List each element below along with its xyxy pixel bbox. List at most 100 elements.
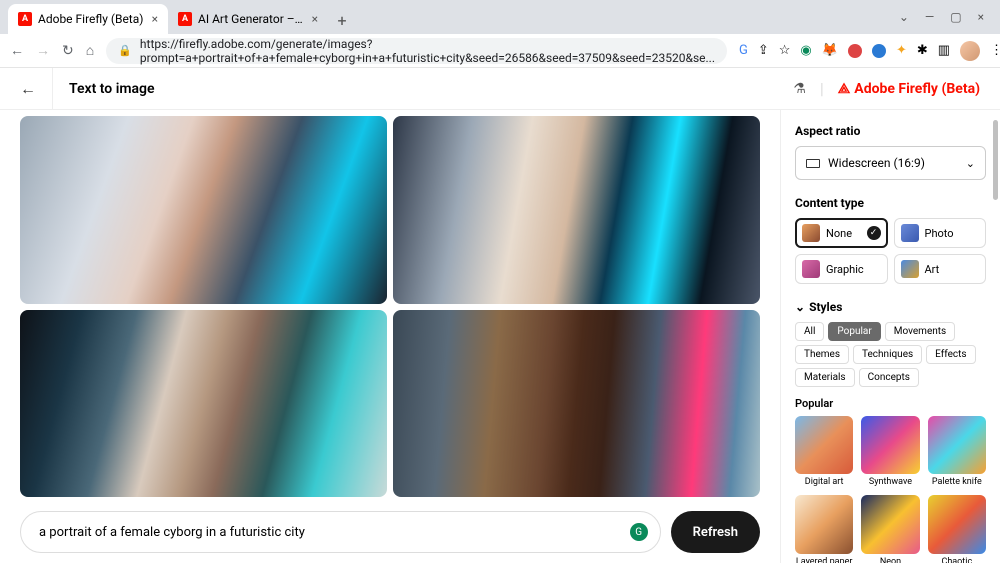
check-icon: ✓ — [867, 226, 881, 240]
firefly-favicon: A — [18, 12, 32, 26]
content-type-label: Photo — [925, 227, 954, 240]
maximize-icon[interactable]: ▢ — [950, 10, 961, 24]
content-type-label: Graphic — [826, 263, 864, 276]
tab-title: AI Art Generator – Adobe Firefly — [198, 12, 306, 26]
ext-icon[interactable] — [848, 44, 862, 58]
style-preset[interactable]: Chaotic — [928, 495, 986, 563]
reload-icon[interactable]: ↻ — [62, 43, 74, 59]
close-icon[interactable]: × — [152, 12, 158, 26]
lock-icon: 🔒 — [118, 44, 132, 57]
home-icon[interactable]: ⌂ — [86, 42, 94, 59]
content-type-thumb — [901, 224, 919, 242]
style-thumb — [795, 495, 853, 553]
style-thumb — [928, 495, 986, 553]
aspect-ratio-select[interactable]: Widescreen (16:9) ⌄ — [795, 146, 986, 180]
url-text: https://firefly.adobe.com/generate/image… — [140, 37, 715, 65]
style-preset[interactable]: Synthwave — [861, 416, 919, 487]
generated-image[interactable] — [393, 116, 760, 304]
content-type-option[interactable]: Art — [894, 254, 987, 284]
popular-section-title: Popular — [795, 397, 1000, 410]
grammarly-icon[interactable]: G — [630, 523, 648, 541]
menu-icon[interactable]: ⋮ — [990, 43, 1000, 58]
brand-text: Adobe Firefly (Beta) — [854, 81, 980, 97]
browser-tab-active[interactable]: A Adobe Firefly (Beta) × — [8, 4, 168, 34]
image-grid — [20, 110, 760, 497]
style-grid: Digital art Synthwave Palette knife Layered… — [795, 416, 986, 563]
beaker-icon[interactable]: ⚗ — [793, 81, 806, 97]
style-label: Chaotic — [928, 557, 986, 563]
close-icon[interactable]: × — [312, 12, 318, 26]
style-thumb — [928, 416, 986, 474]
content-type-label: None — [826, 227, 852, 240]
prompt-bar: a portrait of a female cyborg in a futur… — [20, 511, 760, 553]
back-arrow-icon[interactable]: ← — [20, 68, 53, 109]
close-window-icon[interactable]: × — [978, 10, 984, 24]
refresh-button[interactable]: Refresh — [671, 511, 760, 553]
extension-icons: G ⇪ ☆ ◉ 🦊 ✦ ✱ ▥ ⋮ — [739, 41, 1000, 61]
style-tab[interactable]: All — [795, 322, 824, 341]
style-preset[interactable]: Palette knife — [928, 416, 986, 487]
chevron-down-icon: ⌄ — [795, 300, 805, 314]
content-type-option[interactable]: Graphic — [795, 254, 888, 284]
aspect-ratio-title: Aspect ratio — [795, 124, 1000, 138]
style-label: Digital art — [795, 477, 853, 487]
url-input[interactable]: 🔒 https://firefly.adobe.com/generate/ima… — [106, 38, 727, 64]
style-label: Synthwave — [861, 477, 919, 487]
content-type-option[interactable]: None ✓ — [795, 218, 888, 248]
content-type-thumb — [802, 260, 820, 278]
widescreen-icon — [806, 159, 820, 168]
style-label: Palette knife — [928, 477, 986, 487]
address-bar: ← → ↻ ⌂ 🔒 https://firefly.adobe.com/gene… — [0, 34, 1000, 68]
browser-tab-strip: A Adobe Firefly (Beta) × A AI Art Genera… — [0, 0, 1000, 34]
google-icon[interactable]: G — [739, 43, 748, 58]
share-icon[interactable]: ⇪ — [758, 43, 769, 58]
content-type-label: Art — [925, 263, 940, 276]
extensions-icon[interactable]: ✱ — [917, 43, 928, 58]
app-header: ← Text to image ⚗ | ⟁ Adobe Firefly (Bet… — [0, 68, 1000, 110]
forward-icon: → — [36, 42, 50, 59]
prompt-input[interactable]: a portrait of a female cyborg in a futur… — [20, 511, 661, 553]
ext-icon[interactable]: ◉ — [800, 43, 811, 58]
new-tab-button[interactable]: + — [328, 6, 356, 34]
style-label: Neon — [861, 557, 919, 563]
content-type-title: Content type — [795, 196, 1000, 210]
tab-title: Adobe Firefly (Beta) — [38, 12, 146, 26]
style-tab[interactable]: Techniques — [853, 345, 922, 364]
style-tab[interactable]: Effects — [926, 345, 975, 364]
adobe-logo-icon: ⟁ — [838, 81, 851, 97]
generated-image[interactable] — [20, 116, 387, 304]
style-preset[interactable]: Neon — [861, 495, 919, 563]
minimize-icon[interactable]: — — [925, 10, 934, 24]
style-tab[interactable]: Materials — [795, 368, 855, 387]
style-thumb — [861, 416, 919, 474]
ext-icon[interactable] — [872, 44, 886, 58]
style-preset[interactable]: Layered paper — [795, 495, 853, 563]
styles-toggle[interactable]: ⌄ Styles — [795, 300, 1000, 314]
profile-avatar[interactable] — [960, 41, 980, 61]
browser-tab[interactable]: A AI Art Generator – Adobe Firefly × — [168, 4, 328, 34]
sidepanel-icon[interactable]: ▥ — [938, 43, 950, 58]
style-tabs: AllPopular Movements ThemesTechniquesEffec… — [795, 322, 986, 387]
main-content: a portrait of a female cyborg in a futur… — [0, 110, 780, 563]
style-tab[interactable]: Themes — [795, 345, 849, 364]
chevron-down-icon: ⌄ — [966, 157, 975, 170]
ext-icon[interactable]: ✦ — [896, 43, 907, 58]
style-tab[interactable]: Popular — [828, 322, 880, 341]
generated-image[interactable] — [20, 310, 387, 498]
brand-logo[interactable]: ⟁ Adobe Firefly (Beta) — [838, 81, 980, 97]
style-tab[interactable]: Movements — [885, 322, 955, 341]
back-icon[interactable]: ← — [10, 42, 24, 59]
content-type-grid: None ✓ Photo Graphic Art — [795, 218, 986, 284]
sidebar: Aspect ratio Widescreen (16:9) ⌄ Content… — [780, 110, 1000, 563]
prompt-text: a portrait of a female cyborg in a futur… — [39, 525, 305, 540]
style-thumb — [795, 416, 853, 474]
generated-image[interactable] — [393, 310, 760, 498]
style-tab[interactable]: Concepts — [859, 368, 919, 387]
chevron-down-icon[interactable]: ⌄ — [899, 10, 909, 24]
content-type-option[interactable]: Photo — [894, 218, 987, 248]
style-preset[interactable]: Digital art — [795, 416, 853, 487]
style-label: Layered paper — [795, 557, 853, 563]
firefly-favicon: A — [178, 12, 192, 26]
star-icon[interactable]: ☆ — [779, 43, 791, 58]
ext-icon[interactable]: 🦊 — [822, 43, 838, 58]
